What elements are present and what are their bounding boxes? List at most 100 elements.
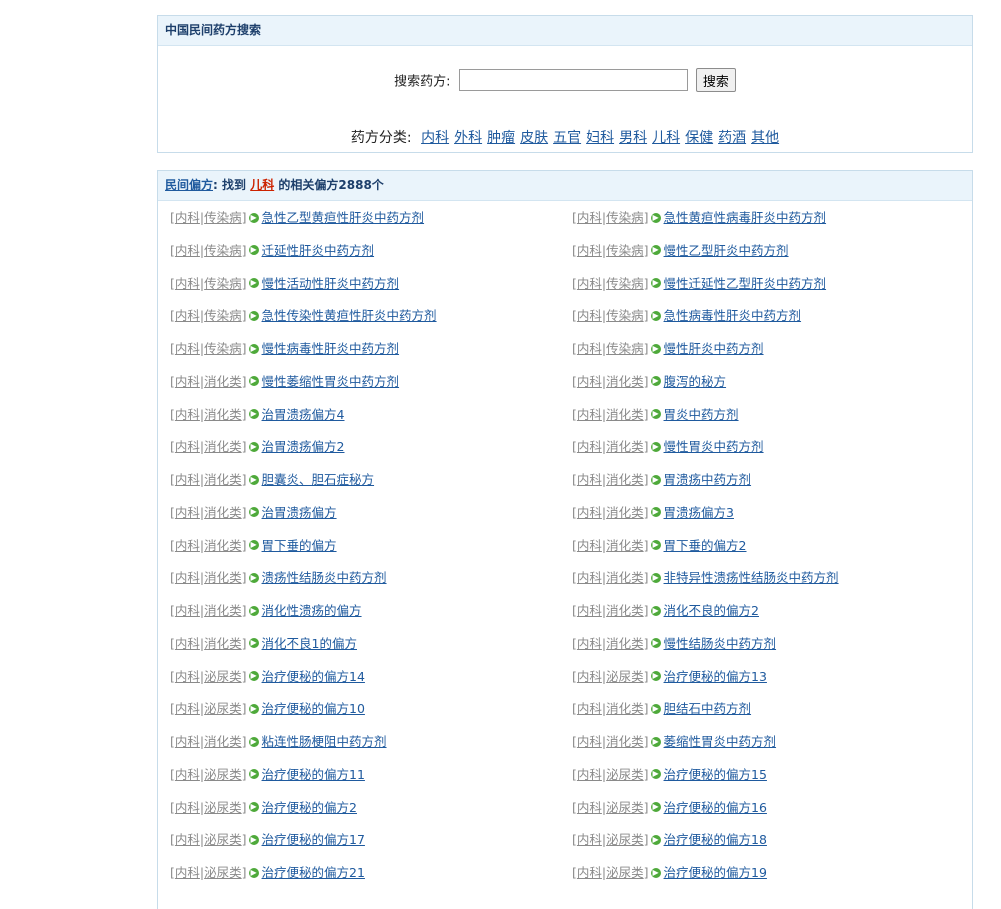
- item-subcategory-link[interactable]: 传染病: [204, 210, 242, 225]
- item-subcategory-link[interactable]: 传染病: [606, 276, 644, 291]
- item-subcategory-link[interactable]: 消化类: [606, 505, 644, 520]
- item-dept-link[interactable]: 内科: [577, 472, 602, 487]
- item-dept-link[interactable]: 内科: [577, 374, 602, 389]
- item-dept-link[interactable]: 内科: [577, 505, 602, 520]
- item-title-link[interactable]: 溃疡性结肠炎中药方剂: [262, 570, 387, 585]
- item-subcategory-link[interactable]: 传染病: [606, 243, 644, 258]
- item-subcategory-link[interactable]: 泌尿类: [606, 832, 644, 847]
- item-title-link[interactable]: 消化性溃疡的偏方: [262, 603, 362, 618]
- item-subcategory-link[interactable]: 传染病: [204, 341, 242, 356]
- item-subcategory-link[interactable]: 泌尿类: [606, 669, 644, 684]
- category-link[interactable]: 保健: [685, 130, 713, 146]
- item-title-link[interactable]: 慢性活动性肝炎中药方剂: [262, 276, 400, 291]
- item-title-link[interactable]: 治疗便秘的偏方19: [664, 865, 767, 880]
- item-subcategory-link[interactable]: 泌尿类: [606, 800, 644, 815]
- item-title-link[interactable]: 治疗便秘的偏方10: [262, 701, 365, 716]
- item-title-link[interactable]: 慢性肝炎中药方剂: [664, 341, 764, 356]
- item-dept-link[interactable]: 内科: [577, 439, 602, 454]
- item-title-link[interactable]: 慢性病毒性肝炎中药方剂: [262, 341, 400, 356]
- item-subcategory-link[interactable]: 泌尿类: [204, 832, 242, 847]
- category-link[interactable]: 外科: [454, 130, 482, 146]
- item-dept-link[interactable]: 内科: [577, 767, 602, 782]
- item-subcategory-link[interactable]: 泌尿类: [204, 865, 242, 880]
- item-dept-link[interactable]: 内科: [175, 538, 200, 553]
- item-dept-link[interactable]: 内科: [175, 243, 200, 258]
- item-title-link[interactable]: 治胃溃疡偏方: [262, 505, 337, 520]
- item-subcategory-link[interactable]: 消化类: [606, 472, 644, 487]
- category-link[interactable]: 内科: [421, 130, 449, 146]
- item-title-link[interactable]: 胃下垂的偏方: [262, 538, 337, 553]
- item-dept-link[interactable]: 内科: [175, 341, 200, 356]
- item-dept-link[interactable]: 内科: [577, 832, 602, 847]
- item-dept-link[interactable]: 内科: [175, 701, 200, 716]
- item-dept-link[interactable]: 内科: [175, 800, 200, 815]
- item-dept-link[interactable]: 内科: [175, 603, 200, 618]
- item-title-link[interactable]: 治疗便秘的偏方17: [262, 832, 365, 847]
- item-title-link[interactable]: 治疗便秘的偏方21: [262, 865, 365, 880]
- item-subcategory-link[interactable]: 消化类: [204, 472, 242, 487]
- item-title-link[interactable]: 腹泻的秘方: [664, 374, 727, 389]
- category-link[interactable]: 男科: [619, 130, 647, 146]
- item-subcategory-link[interactable]: 消化类: [606, 538, 644, 553]
- item-title-link[interactable]: 急性乙型黄疸性肝炎中药方剂: [262, 210, 425, 225]
- item-subcategory-link[interactable]: 泌尿类: [204, 800, 242, 815]
- item-dept-link[interactable]: 内科: [175, 865, 200, 880]
- item-dept-link[interactable]: 内科: [577, 210, 602, 225]
- item-subcategory-link[interactable]: 传染病: [606, 308, 644, 323]
- item-dept-link[interactable]: 内科: [175, 636, 200, 651]
- item-dept-link[interactable]: 内科: [175, 832, 200, 847]
- item-title-link[interactable]: 慢性迁延性乙型肝炎中药方剂: [664, 276, 827, 291]
- item-title-link[interactable]: 胃溃疡偏方3: [664, 505, 734, 520]
- item-subcategory-link[interactable]: 消化类: [204, 570, 242, 585]
- results-category-link[interactable]: 儿科: [250, 178, 274, 192]
- item-subcategory-link[interactable]: 传染病: [204, 276, 242, 291]
- item-subcategory-link[interactable]: 传染病: [204, 308, 242, 323]
- item-subcategory-link[interactable]: 消化类: [204, 538, 242, 553]
- search-button[interactable]: 搜索: [695, 68, 736, 92]
- item-dept-link[interactable]: 内科: [577, 308, 602, 323]
- item-title-link[interactable]: 萎缩性胃炎中药方剂: [664, 734, 777, 749]
- item-subcategory-link[interactable]: 消化类: [606, 570, 644, 585]
- item-title-link[interactable]: 慢性乙型肝炎中药方剂: [664, 243, 789, 258]
- item-dept-link[interactable]: 内科: [577, 243, 602, 258]
- item-dept-link[interactable]: 内科: [175, 210, 200, 225]
- item-dept-link[interactable]: 内科: [175, 439, 200, 454]
- item-subcategory-link[interactable]: 消化类: [204, 407, 242, 422]
- item-dept-link[interactable]: 内科: [175, 767, 200, 782]
- item-dept-link[interactable]: 内科: [577, 570, 602, 585]
- item-dept-link[interactable]: 内科: [175, 308, 200, 323]
- item-title-link[interactable]: 治疗便秘的偏方2: [262, 800, 357, 815]
- item-dept-link[interactable]: 内科: [577, 538, 602, 553]
- item-subcategory-link[interactable]: 传染病: [606, 341, 644, 356]
- category-link[interactable]: 儿科: [652, 130, 680, 146]
- item-subcategory-link[interactable]: 泌尿类: [204, 767, 242, 782]
- item-subcategory-link[interactable]: 消化类: [606, 734, 644, 749]
- item-title-link[interactable]: 胃溃疡中药方剂: [664, 472, 752, 487]
- category-link[interactable]: 妇科: [586, 130, 614, 146]
- item-title-link[interactable]: 治疗便秘的偏方11: [262, 767, 365, 782]
- item-title-link[interactable]: 粘连性肠梗阻中药方剂: [262, 734, 387, 749]
- item-dept-link[interactable]: 内科: [577, 701, 602, 716]
- item-subcategory-link[interactable]: 消化类: [204, 505, 242, 520]
- category-link[interactable]: 五官: [553, 130, 581, 146]
- item-subcategory-link[interactable]: 消化类: [204, 636, 242, 651]
- item-subcategory-link[interactable]: 消化类: [606, 701, 644, 716]
- item-dept-link[interactable]: 内科: [577, 341, 602, 356]
- item-subcategory-link[interactable]: 消化类: [204, 734, 242, 749]
- item-subcategory-link[interactable]: 消化类: [606, 636, 644, 651]
- item-subcategory-link[interactable]: 消化类: [204, 603, 242, 618]
- item-title-link[interactable]: 消化不良1的偏方: [262, 636, 357, 651]
- item-subcategory-link[interactable]: 消化类: [204, 374, 242, 389]
- item-dept-link[interactable]: 内科: [175, 374, 200, 389]
- item-title-link[interactable]: 慢性萎缩性胃炎中药方剂: [262, 374, 400, 389]
- item-title-link[interactable]: 急性传染性黄疸性肝炎中药方剂: [262, 308, 437, 323]
- item-dept-link[interactable]: 内科: [175, 505, 200, 520]
- folk-remedy-link[interactable]: 民间偏方: [165, 178, 213, 192]
- item-subcategory-link[interactable]: 泌尿类: [204, 669, 242, 684]
- item-subcategory-link[interactable]: 消化类: [606, 603, 644, 618]
- item-dept-link[interactable]: 内科: [577, 734, 602, 749]
- item-subcategory-link[interactable]: 传染病: [204, 243, 242, 258]
- category-link[interactable]: 皮肤: [520, 130, 548, 146]
- item-title-link[interactable]: 急性病毒性肝炎中药方剂: [664, 308, 802, 323]
- item-subcategory-link[interactable]: 泌尿类: [204, 701, 242, 716]
